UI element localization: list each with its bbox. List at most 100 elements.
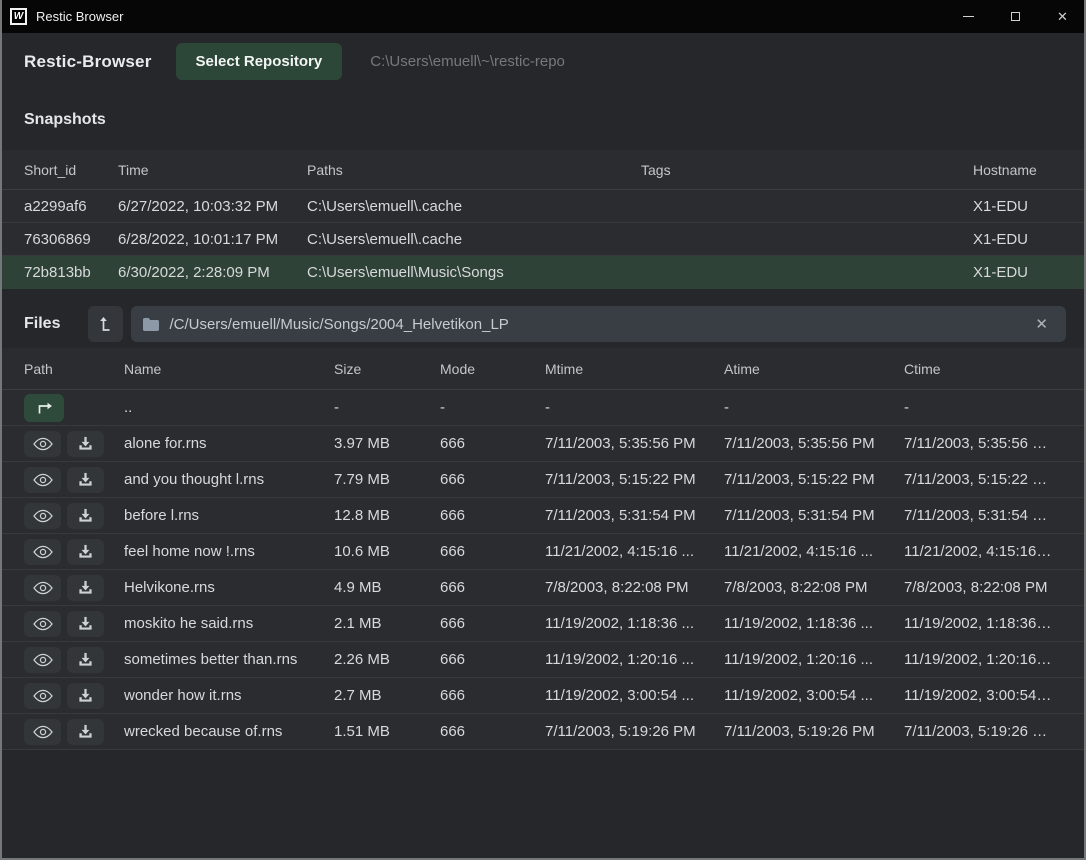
view-file-button[interactable] [24,719,61,745]
column-header-ctime: Ctime [904,361,1062,377]
parent-mtime: - [545,399,724,416]
snapshot-paths: C:\Users\emuell\.cache [307,198,641,215]
view-file-button[interactable] [24,683,61,709]
eye-icon [33,473,53,487]
parent-ctime: - [904,399,1062,416]
download-icon [78,472,93,487]
file-atime: 11/19/2002, 3:00:54 ... [724,687,904,704]
file-size: 4.9 MB [334,579,440,596]
snapshot-time: 6/27/2022, 10:03:32 PM [118,198,307,215]
file-atime: 7/11/2003, 5:15:22 PM [724,471,904,488]
eye-icon [33,545,53,559]
eye-icon [33,509,53,523]
file-ctime: 11/19/2002, 1:18:36 ... [904,615,1062,632]
eye-icon [33,689,53,703]
view-file-button[interactable] [24,467,61,493]
go-up-level-button[interactable] [88,306,123,342]
file-size: 12.8 MB [334,507,440,524]
window-title: Restic Browser [36,9,123,24]
repository-path: C:\Users\emuell\~\restic-repo [370,53,565,70]
file-ctime: 7/11/2003, 5:19:26 PM [904,723,1062,740]
parent-size: - [334,399,440,416]
snapshot-time: 6/30/2022, 2:28:09 PM [118,264,307,281]
file-name: Helvikone.rns [124,579,334,596]
view-file-button[interactable] [24,431,61,457]
file-name: moskito he said.rns [124,615,334,632]
file-mode: 666 [440,471,545,488]
view-file-button[interactable] [24,647,61,673]
snapshot-paths: C:\Users\emuell\Music\Songs [307,264,641,281]
snapshot-row[interactable]: a2299af6 6/27/2022, 10:03:32 PM C:\Users… [2,190,1084,223]
download-icon [78,436,93,451]
parent-directory-row[interactable]: .. - - - - - [2,390,1084,426]
restore-file-button[interactable] [67,647,104,673]
file-atime: 11/19/2002, 1:20:16 ... [724,651,904,668]
file-mtime: 7/8/2003, 8:22:08 PM [545,579,724,596]
file-mtime: 11/19/2002, 1:20:16 ... [545,651,724,668]
restore-file-button[interactable] [67,503,104,529]
file-size: 10.6 MB [334,543,440,560]
empty-area [2,750,1084,858]
file-mtime: 7/11/2003, 5:31:54 PM [545,507,724,524]
snapshots-table-body: a2299af6 6/27/2022, 10:03:32 PM C:\Users… [2,190,1084,289]
snapshot-short-id: 72b813bb [24,264,118,281]
download-icon [78,616,93,631]
view-file-button[interactable] [24,539,61,565]
snapshot-hostname: X1-EDU [973,264,1062,281]
restore-file-button[interactable] [67,719,104,745]
file-row: wonder how it.rns 2.7 MB 666 11/19/2002,… [2,678,1084,714]
snapshots-title: Snapshots [24,111,106,129]
file-ctime: 7/11/2003, 5:15:22 PM [904,471,1062,488]
file-size: 1.51 MB [334,723,440,740]
restore-file-button[interactable] [67,575,104,601]
file-size: 2.26 MB [334,651,440,668]
file-row: moskito he said.rns 2.1 MB 666 11/19/200… [2,606,1084,642]
files-toolbar: Files /C/Users/emuell/Music/Songs/2004_H… [2,300,1084,348]
view-file-button[interactable] [24,503,61,529]
eye-icon [33,437,53,451]
file-mode: 666 [440,687,545,704]
file-atime: 11/21/2002, 4:15:16 ... [724,543,904,560]
view-file-button[interactable] [24,575,61,601]
view-file-button[interactable] [24,611,61,637]
download-icon [78,580,93,595]
column-header-time: Time [118,162,307,178]
restore-file-button[interactable] [67,611,104,637]
download-icon [78,688,93,703]
restore-file-button[interactable] [67,467,104,493]
download-icon [78,544,93,559]
snapshot-row[interactable]: 76306869 6/28/2022, 10:01:17 PM C:\Users… [2,223,1084,256]
restore-file-button[interactable] [67,683,104,709]
path-breadcrumb-input[interactable]: /C/Users/emuell/Music/Songs/2004_Helveti… [131,306,1066,342]
close-button[interactable]: ✕ [1039,0,1086,33]
column-header-hostname: Hostname [973,162,1062,178]
clear-path-button[interactable]: ✕ [1029,313,1054,335]
maximize-button[interactable] [992,0,1039,33]
file-row: feel home now !.rns 10.6 MB 666 11/21/20… [2,534,1084,570]
file-size: 3.97 MB [334,435,440,452]
column-header-atime: Atime [724,361,904,377]
file-name: feel home now !.rns [124,543,334,560]
navigate-parent-button[interactable] [24,394,64,422]
file-atime: 11/19/2002, 1:18:36 ... [724,615,904,632]
file-ctime: 11/19/2002, 1:20:16 ... [904,651,1062,668]
titlebar: W Restic Browser ✕ [0,0,1086,33]
select-repository-button[interactable]: Select Repository [176,43,343,80]
snapshot-row[interactable]: 72b813bb 6/30/2022, 2:28:09 PM C:\Users\… [2,256,1084,289]
minimize-button[interactable] [945,0,992,33]
column-header-short-id: Short_id [24,162,118,178]
file-mtime: 7/11/2003, 5:15:22 PM [545,471,724,488]
file-mtime: 7/11/2003, 5:19:26 PM [545,723,724,740]
snapshot-time: 6/28/2022, 10:01:17 PM [118,231,307,248]
file-row: wrecked because of.rns 1.51 MB 666 7/11/… [2,714,1084,750]
wails-logo-icon: W [10,8,27,25]
snapshot-short-id: 76306869 [24,231,118,248]
file-size: 2.7 MB [334,687,440,704]
column-header-name: Name [124,361,334,377]
snapshot-paths: C:\Users\emuell\.cache [307,231,641,248]
column-header-size: Size [334,361,440,377]
download-icon [78,652,93,667]
restore-file-button[interactable] [67,431,104,457]
eye-icon [33,653,53,667]
restore-file-button[interactable] [67,539,104,565]
